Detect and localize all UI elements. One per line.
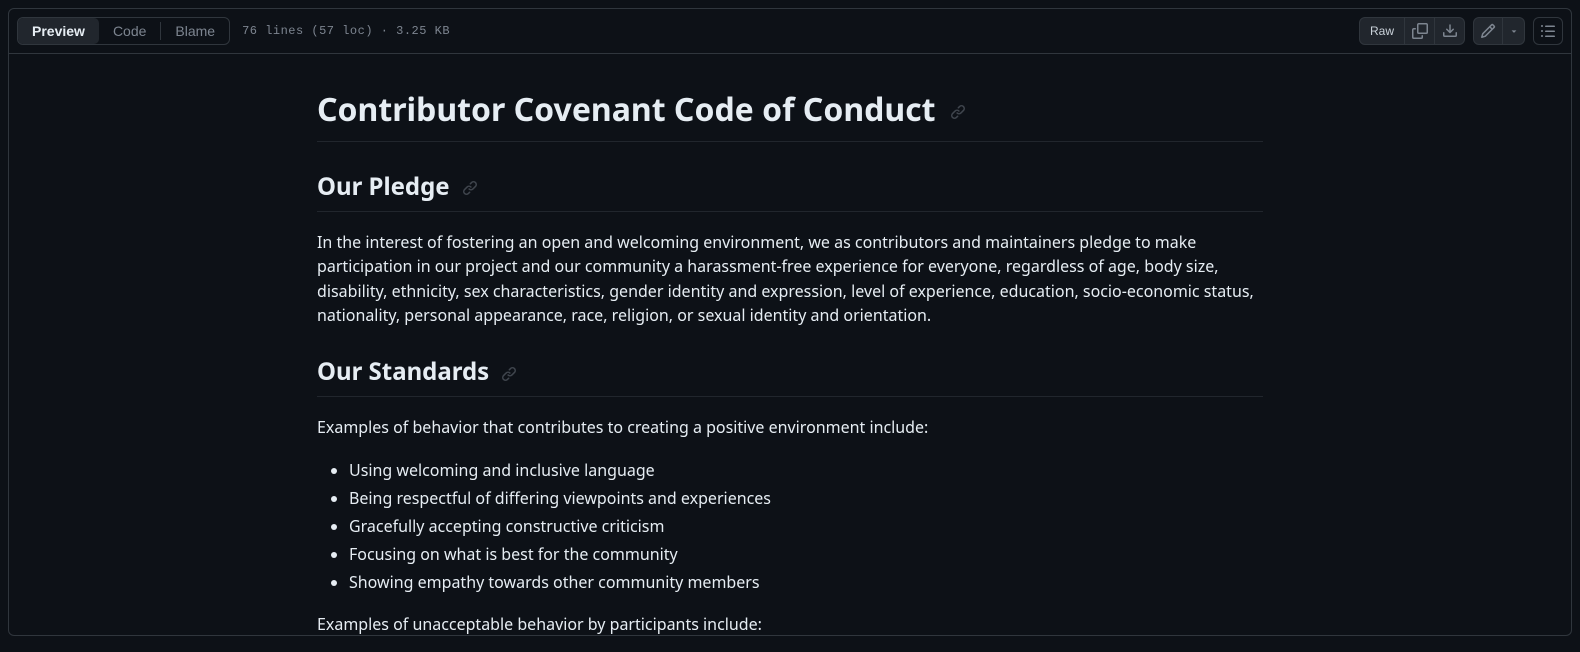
pencil-icon xyxy=(1480,23,1496,39)
toolbar-right: Raw xyxy=(1359,17,1563,45)
link-icon[interactable] xyxy=(501,366,517,382)
standards-heading: Our Standards xyxy=(317,355,1263,397)
list-item: Showing empathy towards other community … xyxy=(349,568,1263,596)
copy-icon xyxy=(1412,23,1428,39)
file-view-container: Preview Code Blame 76 lines (57 loc) · 3… xyxy=(8,8,1572,636)
file-meta: 76 lines (57 loc) · 3.25 KB xyxy=(242,24,450,38)
standards-positive-list: Using welcoming and inclusive language B… xyxy=(317,456,1263,596)
tab-blame[interactable]: Blame xyxy=(161,18,229,44)
download-icon xyxy=(1442,23,1458,39)
file-content: Contributor Covenant Code of Conduct Our… xyxy=(9,54,1571,635)
list-item: Being respectful of differing viewpoints… xyxy=(349,484,1263,512)
list-item: Gracefully accepting constructive critic… xyxy=(349,512,1263,540)
link-icon[interactable] xyxy=(462,180,478,196)
view-mode-tabs: Preview Code Blame xyxy=(17,17,230,45)
markdown-body: Contributor Covenant Code of Conduct Our… xyxy=(285,88,1295,635)
edit-button[interactable] xyxy=(1473,17,1503,45)
standards-heading-text: Our Standards xyxy=(317,355,489,388)
list-item: Using welcoming and inclusive language xyxy=(349,456,1263,484)
pledge-heading: Our Pledge xyxy=(317,170,1263,212)
pledge-heading-text: Our Pledge xyxy=(317,170,450,203)
raw-button-group: Raw xyxy=(1359,17,1465,45)
download-button[interactable] xyxy=(1435,17,1465,45)
doc-title-text: Contributor Covenant Code of Conduct xyxy=(317,88,936,131)
copy-button[interactable] xyxy=(1405,17,1435,45)
standards-positive-intro: Examples of behavior that contributes to… xyxy=(317,415,1263,439)
edit-dropdown-button[interactable] xyxy=(1503,17,1525,45)
tab-preview[interactable]: Preview xyxy=(18,18,99,44)
pledge-body: In the interest of fostering an open and… xyxy=(317,230,1263,327)
raw-button[interactable]: Raw xyxy=(1359,17,1405,45)
doc-title: Contributor Covenant Code of Conduct xyxy=(317,88,1263,142)
list-unordered-icon xyxy=(1540,23,1556,39)
triangle-down-icon xyxy=(1509,26,1519,36)
outline-button[interactable] xyxy=(1533,17,1563,45)
tab-code[interactable]: Code xyxy=(99,18,160,44)
list-item: Focusing on what is best for the communi… xyxy=(349,540,1263,568)
link-icon[interactable] xyxy=(950,104,966,120)
edit-button-group xyxy=(1473,17,1525,45)
file-toolbar: Preview Code Blame 76 lines (57 loc) · 3… xyxy=(9,9,1571,54)
toolbar-left: Preview Code Blame 76 lines (57 loc) · 3… xyxy=(17,17,450,45)
standards-negative-intro: Examples of unacceptable behavior by par… xyxy=(317,612,1263,635)
